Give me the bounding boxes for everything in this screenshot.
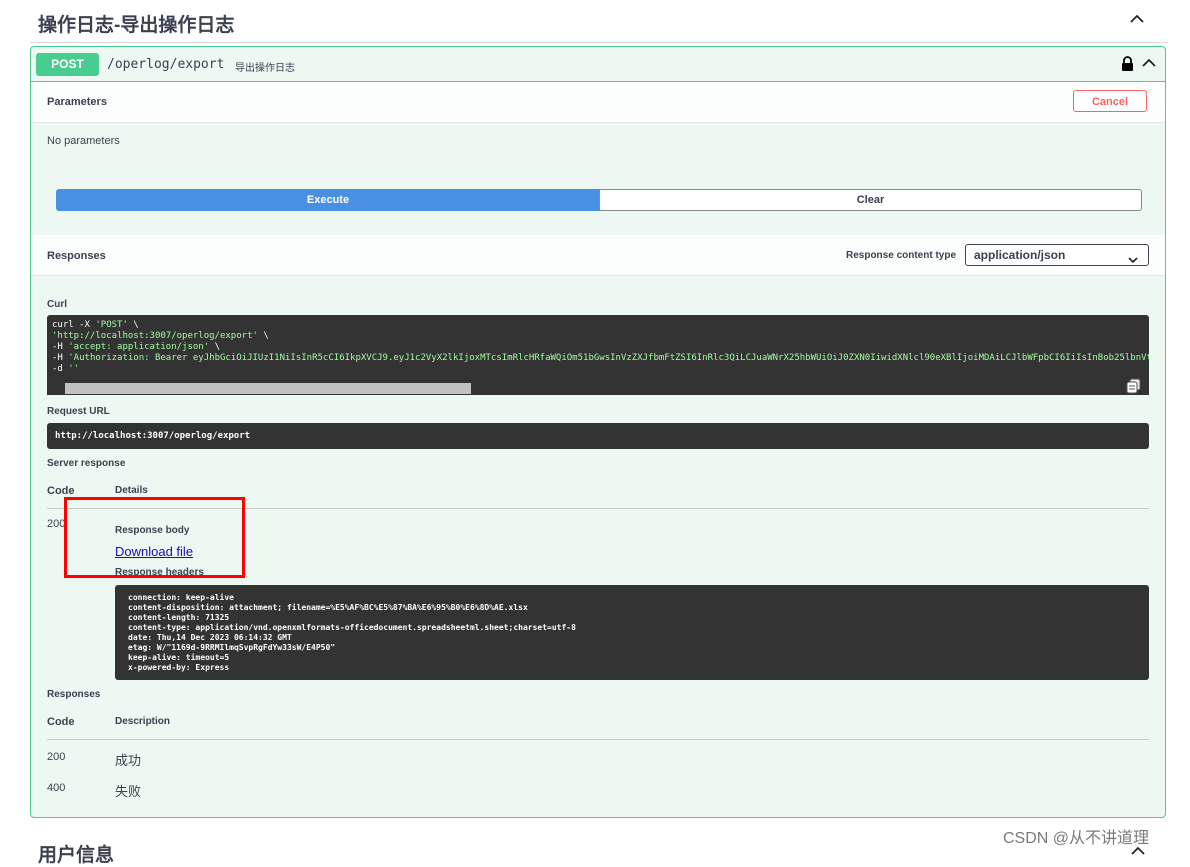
chevron-up-icon[interactable] (1142, 58, 1156, 72)
chevron-up-icon[interactable] (1131, 846, 1145, 860)
code-column-header: Code (47, 485, 75, 497)
operation-block: POST /operlog/export 导出操作日志 Parameters C… (30, 46, 1166, 818)
responses-header-title: Responses (47, 250, 106, 262)
header-line: content-disposition: attachment; filenam… (128, 603, 528, 612)
curl-line: -H 'accept: application/json' \ (52, 342, 220, 352)
response-code: 200 (47, 518, 66, 530)
response-content-type-value: application/json (974, 248, 1066, 262)
parameters-title: Parameters (47, 96, 107, 108)
responses-title: Responses (47, 689, 101, 700)
execute-button[interactable]: Execute (56, 189, 600, 211)
response-row-code: 200 (47, 751, 66, 763)
response-headers-block[interactable]: connection: keep-alive content-dispositi… (115, 585, 1149, 680)
request-url-value: http://localhost:3007/operlog/export (55, 431, 251, 441)
copy-icon[interactable] (1126, 378, 1142, 399)
response-row-description: 失败 (115, 784, 142, 799)
response-row-description: 成功 (115, 753, 142, 768)
next-tag-title[interactable]: 用户信息 (38, 840, 114, 867)
watermark-text: CSDN @从不讲道理 (1003, 830, 1150, 847)
header-line: etag: W/"1169d-9RRMIlmqSvpRgFdYw33sW/E4P… (128, 643, 336, 652)
details-column-header: Details (115, 485, 148, 496)
chevron-up-icon[interactable] (1130, 14, 1144, 28)
lock-icon[interactable] (1121, 56, 1134, 76)
header-line: keep-alive: timeout=5 (128, 653, 230, 662)
parameters-header: Parameters (31, 82, 1165, 123)
operation-summary[interactable]: POST /operlog/export 导出操作日志 (31, 47, 1165, 82)
response-content-type-label: Response content type (846, 250, 957, 261)
response-row-code: 400 (47, 782, 66, 794)
curl-line: curl -X 'POST' \ (52, 320, 139, 330)
cancel-button[interactable]: Cancel (1073, 90, 1147, 112)
responses-description-header: Description (115, 716, 171, 727)
tag-title: 操作日志-导出操作日志 (38, 15, 235, 36)
clear-button[interactable]: Clear (599, 189, 1142, 211)
header-line: connection: keep-alive (128, 593, 234, 602)
curl-label: Curl (47, 299, 67, 310)
no-parameters-text: No parameters (47, 135, 120, 147)
header-line: date: Thu,14 Dec 2023 06:14:32 GMT (128, 633, 292, 642)
curl-line: 'http://localhost:3007/operlog/export' \ (52, 331, 269, 341)
method-badge: POST (36, 53, 99, 76)
request-url-label: Request URL (47, 406, 110, 417)
request-url-block[interactable]: http://localhost:3007/operlog/export (47, 423, 1149, 449)
response-content-type-select[interactable]: application/json (965, 244, 1149, 266)
header-line: content-type: application/vnd.openxmlfor… (128, 623, 576, 632)
chevron-down-icon (1128, 250, 1138, 270)
curl-line: -d '' (52, 364, 80, 374)
tag-header[interactable]: 操作日志-导出操作日志 (30, 0, 1168, 43)
operation-description: 导出操作日志 (235, 63, 295, 74)
curl-line: -H 'Authorization: Bearer eyJhbGciOiJIUz… (52, 353, 1149, 363)
scrollbar-thumb[interactable] (65, 383, 471, 394)
server-response-label: Server response (47, 458, 126, 469)
header-line: x-powered-by: Express (128, 663, 230, 672)
operation-path: /operlog/export (107, 57, 225, 72)
responses-code-header: Code (47, 716, 75, 728)
highlight-annotation (64, 497, 245, 578)
header-line: content-length: 71325 (128, 613, 230, 622)
divider (47, 739, 1149, 740)
